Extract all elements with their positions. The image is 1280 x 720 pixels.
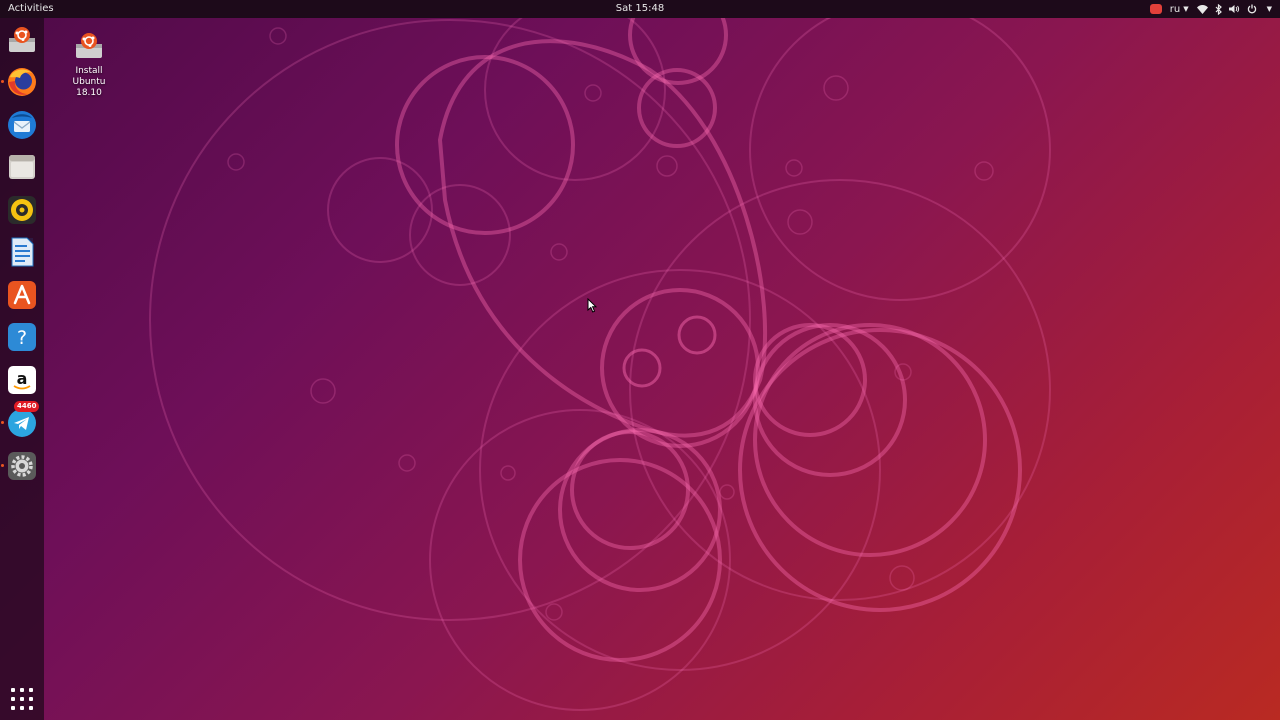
system-tray: ru ▼ ▼ <box>1149 0 1272 18</box>
dock-item-thunderbird[interactable] <box>6 109 38 141</box>
bluetooth-icon <box>1215 3 1222 15</box>
volume-icon <box>1228 5 1239 13</box>
chevron-down-icon: ▼ <box>1183 5 1189 13</box>
dock-item-rhythmbox[interactable] <box>6 194 38 226</box>
activities-button[interactable]: Activities <box>8 2 54 16</box>
notification-badge: 4460 <box>14 401 40 412</box>
chevron-down-icon: ▼ <box>1266 5 1272 13</box>
dock-item-settings[interactable] <box>1 450 38 482</box>
running-indicator <box>1 80 4 83</box>
desktop-icon-install-ubuntu[interactable]: Install Ubuntu 18.10 <box>62 30 116 99</box>
telegram-icon <box>8 409 36 437</box>
mouse-cursor-icon <box>587 298 597 313</box>
dock-item-firefox[interactable] <box>1 66 38 98</box>
running-indicator <box>1 464 4 467</box>
dock-item-ubuntu-software[interactable] <box>6 279 38 311</box>
language-selector[interactable]: ru ▼ <box>1170 4 1189 15</box>
dock-item-libreoffice-writer[interactable] <box>6 236 38 268</box>
desktop-wallpaper <box>149 0 1051 711</box>
files-icon <box>9 155 35 179</box>
top-bar: Activities Sat 15:48 ru ▼ ▼ <box>0 0 1280 18</box>
thunderbird-icon <box>8 111 36 139</box>
desktop-icon-label: Install Ubuntu 18.10 <box>72 66 106 98</box>
power-icon <box>1247 4 1256 14</box>
svg-text:?: ? <box>17 327 27 349</box>
help-icon: ? <box>8 323 36 351</box>
writer-icon <box>11 237 34 267</box>
clock-button[interactable]: Sat 15:48 <box>616 3 664 14</box>
settings-icon <box>8 452 36 480</box>
red-indicator-icon[interactable] <box>1149 4 1162 14</box>
running-indicator <box>1 421 4 424</box>
firefox-icon <box>8 68 36 96</box>
software-icon <box>8 281 36 309</box>
installer-icon <box>76 33 102 58</box>
dock: ? a 4460 <box>0 18 44 720</box>
dock-item-files[interactable] <box>6 151 38 183</box>
language-label: ru <box>1169 3 1181 15</box>
clock-wrapper: Sat 15:48 <box>0 2 1280 16</box>
dock-item-telegram[interactable]: 4460 <box>1 401 40 439</box>
wifi-icon <box>1196 4 1208 14</box>
dock-item-help[interactable]: ? <box>6 321 38 353</box>
svg-text:a: a <box>17 369 28 388</box>
dock-item-amazon[interactable]: a <box>6 364 38 396</box>
amazon-icon: a <box>8 366 36 394</box>
app-grid-icon[interactable] <box>11 688 33 710</box>
rhythmbox-icon <box>8 196 36 224</box>
dock-item-install-ubuntu[interactable] <box>6 24 38 56</box>
system-menu[interactable]: ▼ <box>1196 3 1272 15</box>
installer-icon <box>9 27 35 52</box>
